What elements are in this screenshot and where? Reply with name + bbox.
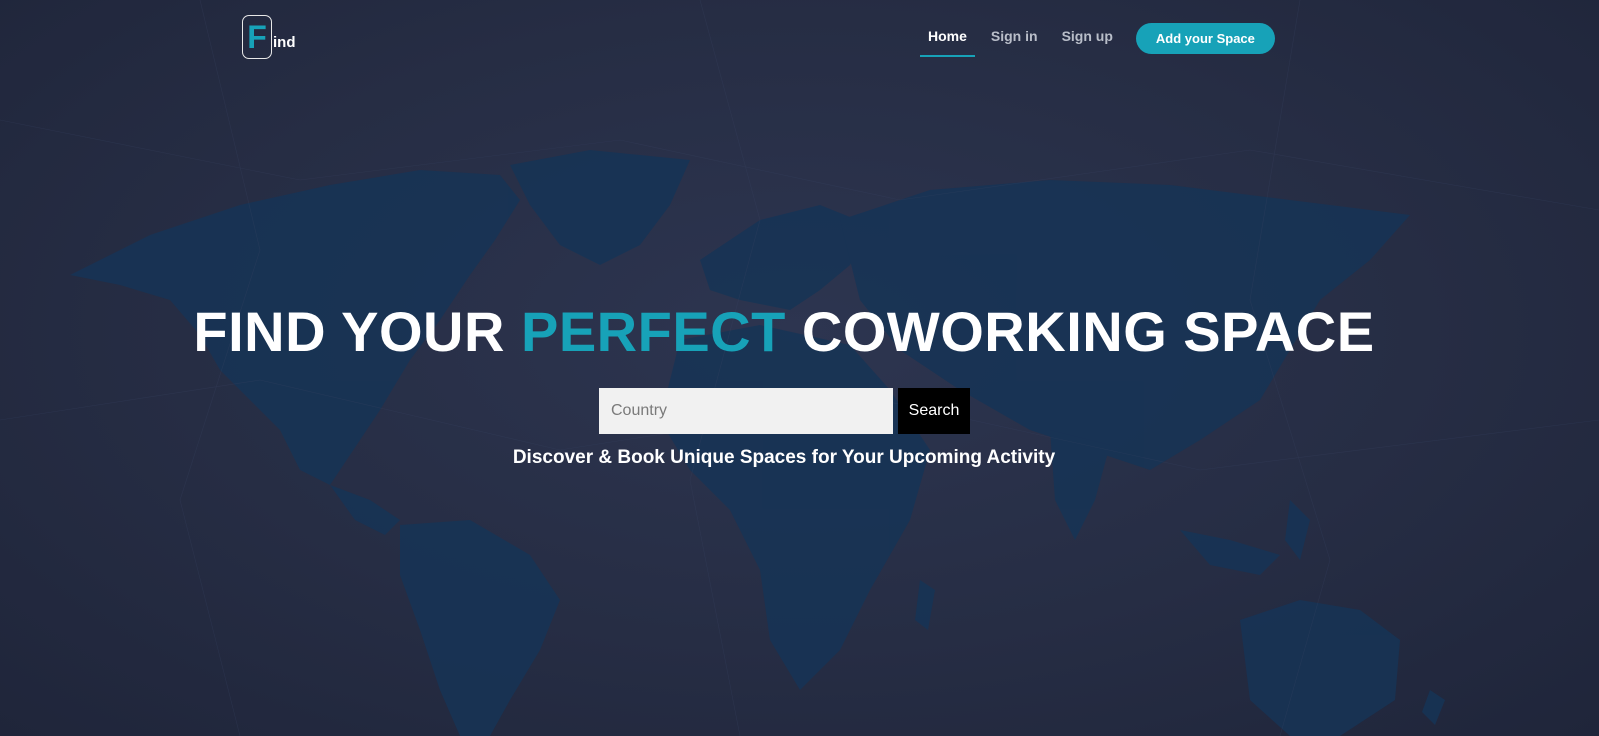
search-button[interactable]: Search <box>898 388 970 434</box>
search-bar: Search <box>599 388 970 434</box>
headline-accent: PERFECT <box>520 300 786 363</box>
logo-letter-box: F <box>242 15 272 59</box>
hero-headline: FIND YOUR PERFECT COWORKING SPACE <box>0 300 1568 364</box>
top-nav: Home Sign in Sign up Add your Space <box>920 19 1275 57</box>
hero-section: F ind Home Sign in Sign up Add your Spac… <box>0 0 1599 736</box>
hero-tagline: Discover & Book Unique Spaces for Your U… <box>512 447 1056 468</box>
brand-logo[interactable]: F ind <box>242 15 296 59</box>
headline-part-2: COWORKING SPACE <box>801 300 1375 363</box>
headline-part-1: FIND YOUR <box>193 300 505 363</box>
nav-link-sign-in[interactable]: Sign in <box>983 19 1046 57</box>
nav-link-home[interactable]: Home <box>920 19 975 57</box>
world-map-background <box>0 0 1599 736</box>
logo-text: ind <box>273 34 296 51</box>
country-search-input[interactable] <box>599 388 893 434</box>
add-space-button[interactable]: Add your Space <box>1135 22 1275 54</box>
nav-link-sign-up[interactable]: Sign up <box>1054 19 1121 57</box>
